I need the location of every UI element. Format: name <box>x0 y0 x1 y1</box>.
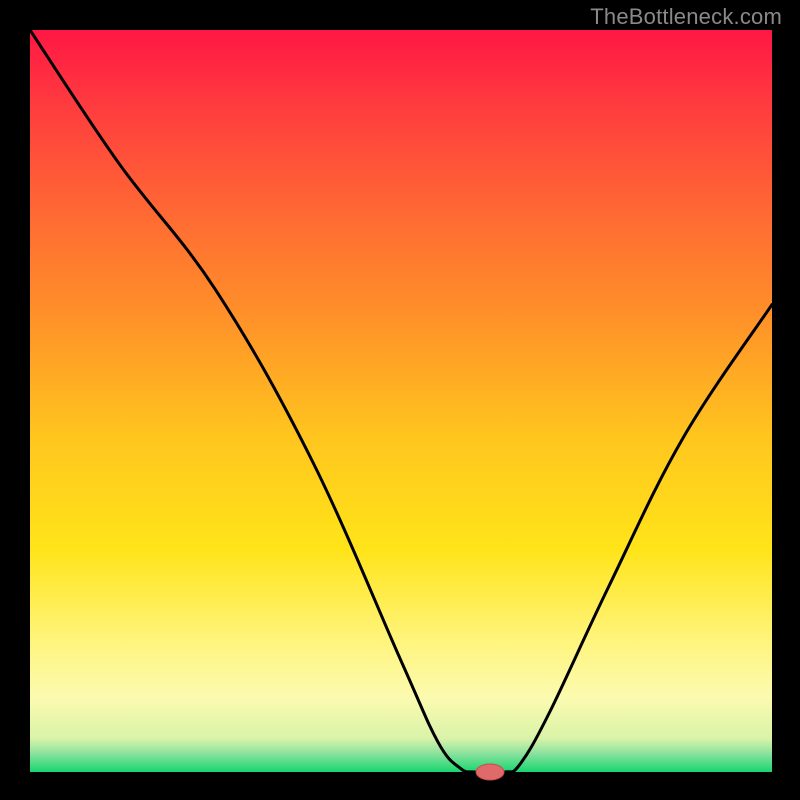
optimal-point-marker <box>476 764 504 780</box>
chart-frame: { "watermark": "TheBottleneck.com", "cha… <box>0 0 800 800</box>
bottleneck-chart <box>0 0 800 800</box>
watermark-text: TheBottleneck.com <box>590 4 782 30</box>
